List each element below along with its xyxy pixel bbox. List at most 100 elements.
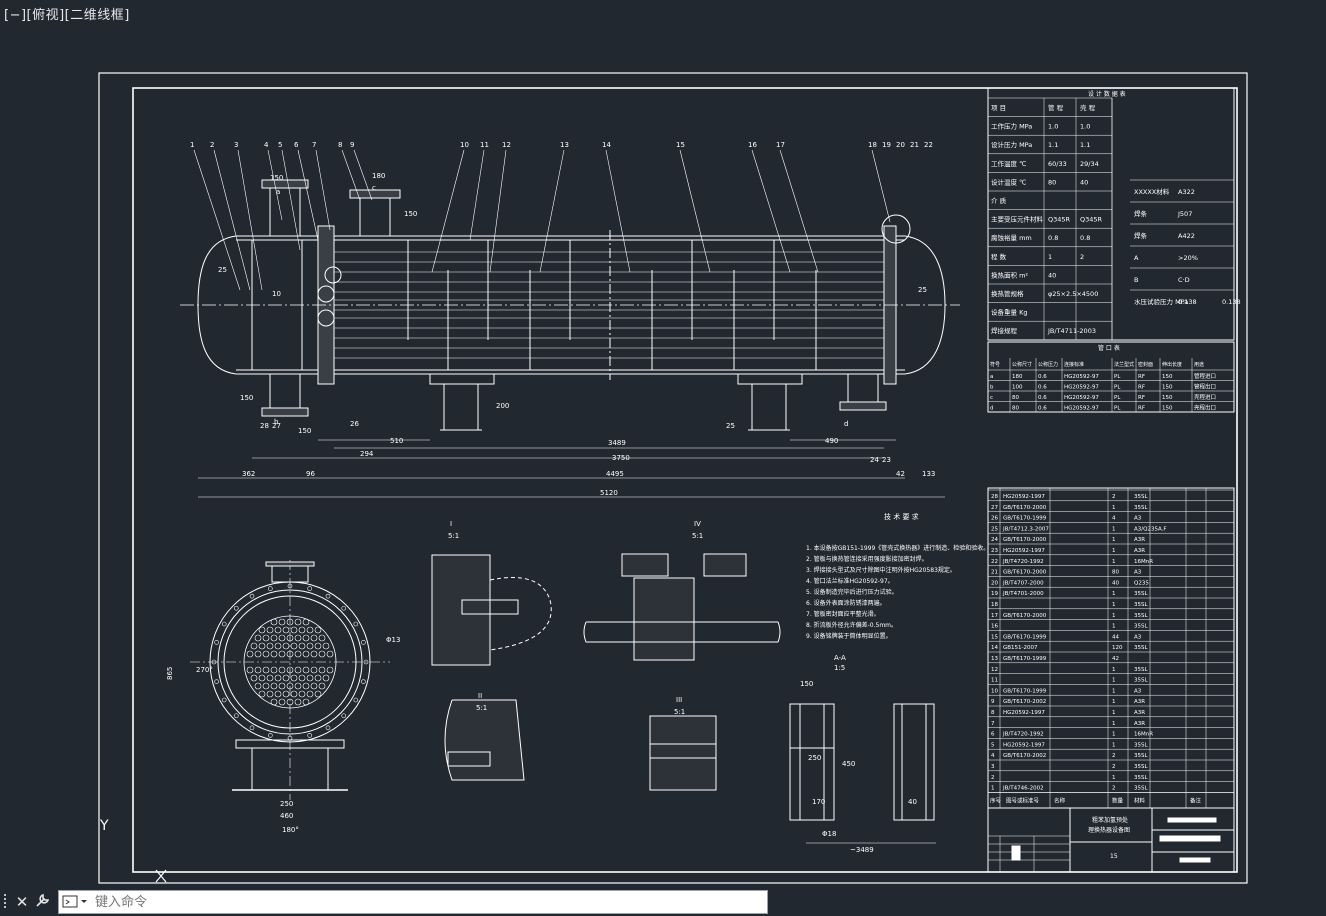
tube-hole [246, 650, 254, 658]
design-cell: 项 目 [991, 104, 1006, 112]
drawing-viewport[interactable]: [−][俯视][二维线框] 1 2 3 4 5 6 7 8 9 10 11 12… [0, 0, 1326, 888]
nozzle-cell: 180 [1012, 374, 1023, 380]
tube-hole [322, 674, 330, 682]
svg-text:c: c [372, 184, 376, 192]
tube-hole [294, 634, 302, 642]
wrench-icon[interactable] [34, 892, 52, 912]
bolt-hole [325, 725, 331, 731]
parts-cell: 1 [1112, 602, 1116, 608]
svg-text:9: 9 [350, 141, 354, 149]
design-right-cell: A322 [1178, 188, 1195, 196]
parts-cell: HG20592-1997 [1003, 742, 1045, 748]
command-history-button[interactable] [61, 893, 91, 911]
tube-hole [302, 666, 310, 674]
design-right-cell: J507 [1177, 210, 1192, 218]
parts-cell: 4 [1112, 516, 1116, 522]
svg-text:42: 42 [896, 470, 905, 478]
tube-hole [282, 626, 290, 634]
svg-text:11: 11 [480, 141, 489, 149]
parts-cell: 3 [991, 764, 995, 770]
svg-text:18: 18 [868, 141, 877, 149]
parts-cell: HG20592-1997 [1003, 710, 1045, 716]
svg-text:6. 设备外表面涂防锈漆两遍。: 6. 设备外表面涂防锈漆两遍。 [806, 599, 886, 607]
nozzle-cell: 管程出口 [1194, 383, 1216, 391]
drag-handle[interactable] [4, 894, 9, 910]
svg-text:Φ18: Φ18 [822, 830, 836, 838]
parts-cell: 35SL [1134, 645, 1148, 651]
tube-hole [302, 650, 310, 658]
parts-cell: 35SL [1134, 742, 1148, 748]
parts-cell: 1 [1112, 624, 1116, 630]
nozzle-cell: 壳程进口 [1194, 393, 1216, 401]
svg-text:28: 28 [260, 422, 269, 430]
tube-hole [302, 682, 310, 690]
tube-hole [254, 650, 262, 658]
tube-hole [314, 626, 322, 634]
svg-text:23: 23 [882, 456, 891, 464]
parts-cell: 35SL [1134, 494, 1148, 500]
tube-hole [326, 666, 334, 674]
design-cell: 腐蚀裕量 mm [991, 233, 1032, 242]
svg-text:133: 133 [922, 470, 935, 478]
parts-cell: 1 [1112, 505, 1116, 511]
svg-text:1: 1 [190, 141, 194, 149]
parts-cell: 20 [991, 580, 998, 586]
parts-cell: 15 [991, 634, 998, 640]
parts-cell: 35SL [1134, 505, 1148, 511]
svg-text:理换热器设备图: 理换热器设备图 [1088, 826, 1130, 834]
parts-cell: 4 [991, 753, 995, 759]
parts-cell: A3R [1134, 721, 1145, 727]
design-right-cell: C·D [1178, 276, 1190, 284]
tube-hole [282, 690, 290, 698]
nozzle-table-rows: 符号 公称尺寸 公称压力 连接标准 法兰型式 密封面 伸出长度 用途 a 180 0.6 HG2059… [988, 358, 1234, 412]
bolt-hole [361, 640, 366, 645]
parts-cell: 2 [991, 775, 995, 781]
svg-text:170: 170 [812, 798, 825, 806]
parts-cell: 26 [991, 516, 998, 522]
parts-cell: JB/T4712.3-2007 [1002, 526, 1049, 532]
parts-cell: Q235 [1134, 580, 1149, 586]
parts-cell: 1 [1112, 667, 1116, 673]
tube-hole [318, 634, 326, 642]
svg-text:Φ13: Φ13 [386, 636, 400, 644]
tube-hole [262, 666, 270, 674]
tube-hole [274, 642, 282, 650]
command-line[interactable] [58, 890, 768, 914]
parts-cell: 12 [991, 667, 998, 673]
tube-hole [310, 634, 318, 642]
svg-text:7: 7 [312, 141, 316, 149]
svg-text:250: 250 [280, 800, 293, 808]
svg-text:5: 5 [278, 141, 282, 149]
parts-cell: 6 [991, 732, 995, 738]
parts-cell: 1 [1112, 613, 1116, 619]
svg-text:490: 490 [825, 437, 838, 445]
design-right-cell: >20% [1178, 254, 1198, 262]
svg-text:a: a [276, 188, 280, 196]
tube-hole [262, 634, 270, 642]
nozzle-cell: RF [1138, 406, 1145, 412]
tube-hole [318, 682, 326, 690]
parts-footer: 备注 [1190, 796, 1202, 804]
svg-text:2: 2 [210, 141, 214, 149]
svg-text:16: 16 [748, 141, 757, 149]
tube-hole [270, 634, 278, 642]
parts-cell: 35SL [1134, 678, 1148, 684]
tube-hole [310, 682, 318, 690]
close-icon[interactable]: ✕ [13, 892, 31, 912]
parts-cell: JB/T4746-2002 [1002, 786, 1044, 792]
parts-footer: 图号或标准号 [1006, 796, 1040, 804]
command-input[interactable] [95, 893, 755, 911]
svg-text:10: 10 [272, 290, 281, 298]
nozzle-cell: 0.6 [1038, 385, 1047, 391]
parts-cell: HG20592-1997 [1003, 494, 1045, 500]
parts-footer: 材料 [1134, 796, 1146, 804]
title-block-text: 粗苯加氢预处 理换热器设备图 15 [1088, 816, 1130, 860]
svg-text:技 术 要 求: 技 术 要 求 [884, 512, 919, 521]
design-cell: 1.0 [1048, 123, 1058, 131]
parts-cell: A3 [1134, 688, 1142, 694]
bolt-hole [221, 697, 227, 703]
nozzle-cell: 壳程出口 [1194, 404, 1216, 412]
tube-hole [254, 666, 262, 674]
parts-list-rows: 28 HG20592-1997 2 35SL27 GB/T6170-2000 1 35SL2… [988, 488, 1234, 808]
nozzle-cell: PL [1114, 385, 1121, 391]
